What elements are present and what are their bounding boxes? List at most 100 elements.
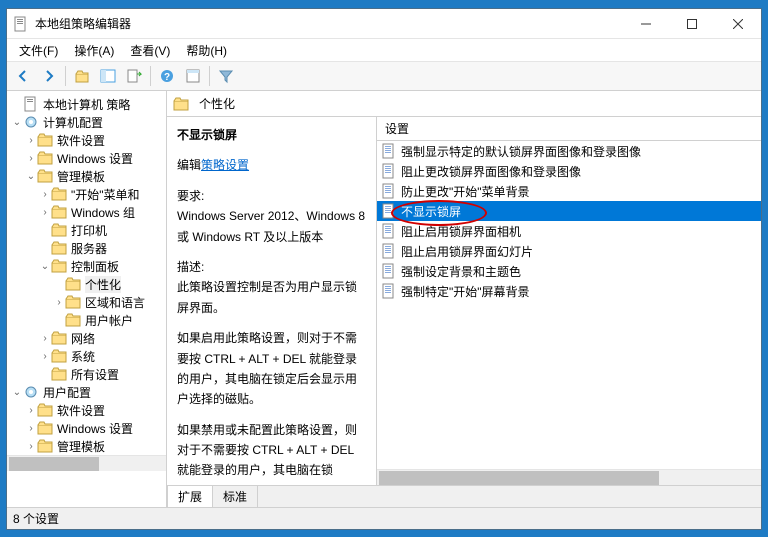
back-button[interactable] xyxy=(11,64,35,88)
tree-twisty[interactable]: › xyxy=(25,441,37,452)
requirements-section: 要求: Windows Server 2012、Windows 8 或 Wind… xyxy=(177,186,366,247)
tree-windows-settings-2[interactable]: › Windows 设置 xyxy=(7,419,166,437)
list-horizontal-scrollbar[interactable] xyxy=(377,469,761,485)
menu-file[interactable]: 文件(F) xyxy=(13,40,64,61)
tree-system[interactable]: › 系统 xyxy=(7,347,166,365)
tree-admin-templates[interactable]: ⌄ 管理模板 xyxy=(7,167,166,185)
toolbar-separator xyxy=(150,66,151,86)
tree-twisty[interactable]: ⌄ xyxy=(11,387,23,398)
tree-twisty[interactable]: › xyxy=(53,297,65,308)
tree-twisty[interactable]: › xyxy=(25,405,37,416)
policy-label: 阻止启用锁屏界面相机 xyxy=(401,223,521,240)
tree-personalization[interactable]: 个性化 xyxy=(7,275,166,293)
tree-twisty[interactable]: › xyxy=(39,333,51,344)
tree-region[interactable]: › 区域和语言 xyxy=(7,293,166,311)
policy-item[interactable]: 阻止更改锁屏界面图像和登录图像 xyxy=(377,161,761,181)
minimize-button[interactable] xyxy=(623,9,669,39)
tab-standard[interactable]: 标准 xyxy=(212,485,258,507)
tree-twisty[interactable]: › xyxy=(39,189,51,200)
forward-button[interactable] xyxy=(37,64,61,88)
tree-twisty[interactable]: › xyxy=(25,135,37,146)
tree-twisty[interactable]: ⌄ xyxy=(39,261,51,272)
properties-button[interactable] xyxy=(181,64,205,88)
tree-twisty[interactable]: › xyxy=(25,423,37,434)
tree-network[interactable]: › 网络 xyxy=(7,329,166,347)
show-hide-tree-button[interactable] xyxy=(96,64,120,88)
detail-title: 不显示锁屏 xyxy=(177,125,366,145)
close-button[interactable] xyxy=(715,9,761,39)
help-button[interactable]: ? xyxy=(155,64,179,88)
policy-item[interactable]: 阻止启用锁屏界面幻灯片 xyxy=(377,241,761,261)
policy-item[interactable]: 防止更改"开始"菜单背景 xyxy=(377,181,761,201)
right-pane: 个性化 不显示锁屏 编辑策略设置 要求: Windows Server 2012… xyxy=(167,91,761,507)
policy-item[interactable]: 不显示锁屏 xyxy=(377,201,761,221)
tree-software-settings[interactable]: › 软件设置 xyxy=(7,131,166,149)
policy-item[interactable]: 阻止启用锁屏界面相机 xyxy=(377,221,761,241)
toolbar-separator xyxy=(65,66,66,86)
breadcrumb-bar: 个性化 xyxy=(167,91,761,117)
description-text: 此策略设置控制是否为用户显示锁屏界面。 xyxy=(177,277,366,318)
titlebar[interactable]: 本地组策略编辑器 xyxy=(7,9,761,39)
policy-item[interactable]: 强制显示特定的默认锁屏界面图像和登录图像 xyxy=(377,141,761,161)
tree-computer-config[interactable]: ⌄ 计算机配置 xyxy=(7,113,166,131)
folder-icon xyxy=(51,330,67,346)
policy-label: 阻止更改锁屏界面图像和登录图像 xyxy=(401,163,581,180)
tree-pane[interactable]: 本地计算机 策略 ⌄ 计算机配置 › 软件设置 › Windows 设置 ⌄ 管… xyxy=(7,91,167,507)
list-column-header[interactable]: 设置 xyxy=(377,117,761,141)
gear-icon xyxy=(23,114,39,130)
tree-label: 个性化 xyxy=(85,276,121,293)
folder-icon xyxy=(51,186,67,202)
tree-windows-settings[interactable]: › Windows 设置 xyxy=(7,149,166,167)
tree-twisty[interactable]: › xyxy=(39,351,51,362)
tree-twisty[interactable]: ⌄ xyxy=(25,171,37,182)
app-icon xyxy=(13,16,29,32)
policy-icon xyxy=(381,143,397,159)
tree-user-accounts[interactable]: 用户帐户 xyxy=(7,311,166,329)
policy-item[interactable]: 强制设定背景和主题色 xyxy=(377,261,761,281)
maximize-button[interactable] xyxy=(669,9,715,39)
menubar: 文件(F) 操作(A) 查看(V) 帮助(H) xyxy=(7,39,761,61)
tree-control-panel[interactable]: ⌄ 控制面板 xyxy=(7,257,166,275)
tree-windows-components[interactable]: › Windows 组 xyxy=(7,203,166,221)
folder-icon xyxy=(51,348,67,364)
tree-user-config[interactable]: ⌄ 用户配置 xyxy=(7,383,166,401)
folder-icon xyxy=(51,366,67,382)
tree-server[interactable]: 服务器 xyxy=(7,239,166,257)
tab-extended[interactable]: 扩展 xyxy=(167,485,213,507)
tab-bar: 扩展 标准 xyxy=(167,485,761,507)
folder-icon xyxy=(51,204,67,220)
export-button[interactable] xyxy=(122,64,146,88)
tree-printer[interactable]: 打印机 xyxy=(7,221,166,239)
tree-label: Windows 设置 xyxy=(57,420,133,437)
tree-label: 软件设置 xyxy=(57,132,105,149)
description-section: 描述: 此策略设置控制是否为用户显示锁屏界面。 xyxy=(177,257,366,318)
edit-prefix: 编辑 xyxy=(177,158,201,172)
menu-action[interactable]: 操作(A) xyxy=(68,40,120,61)
menu-help[interactable]: 帮助(H) xyxy=(180,40,233,61)
policy-label: 强制特定"开始"屏幕背景 xyxy=(401,283,530,300)
edit-policy-link[interactable]: 策略设置 xyxy=(201,158,249,172)
up-button[interactable] xyxy=(70,64,94,88)
tree-admin-templates-2[interactable]: › 管理模板 xyxy=(7,437,166,455)
settings-list[interactable]: 强制显示特定的默认锁屏界面图像和登录图像 阻止更改锁屏界面图像和登录图像 防止更… xyxy=(377,141,761,469)
statusbar: 8 个设置 xyxy=(7,507,761,529)
tree-start-menu[interactable]: › "开始"菜单和 xyxy=(7,185,166,203)
tree-software-settings-2[interactable]: › 软件设置 xyxy=(7,401,166,419)
requirements-text: Windows Server 2012、Windows 8 或 Windows … xyxy=(177,206,366,247)
tree-twisty[interactable]: ⌄ xyxy=(11,117,23,128)
policy-item[interactable]: 强制特定"开始"屏幕背景 xyxy=(377,281,761,301)
tree-label: 系统 xyxy=(71,348,95,365)
tree-twisty[interactable]: › xyxy=(25,153,37,164)
policy-label: 阻止启用锁屏界面幻灯片 xyxy=(401,243,533,260)
tree-root[interactable]: 本地计算机 策略 xyxy=(7,95,166,113)
tree-all-settings[interactable]: 所有设置 xyxy=(7,365,166,383)
tree-horizontal-scrollbar[interactable] xyxy=(7,455,166,471)
policy-label: 不显示锁屏 xyxy=(401,203,461,220)
tree-label: 用户配置 xyxy=(43,384,91,401)
tree-label: 计算机配置 xyxy=(43,114,103,131)
menu-view[interactable]: 查看(V) xyxy=(124,40,176,61)
tree-label: 网络 xyxy=(71,330,95,347)
tree-twisty[interactable]: › xyxy=(39,207,51,218)
policy-icon xyxy=(381,223,397,239)
filter-button[interactable] xyxy=(214,64,238,88)
